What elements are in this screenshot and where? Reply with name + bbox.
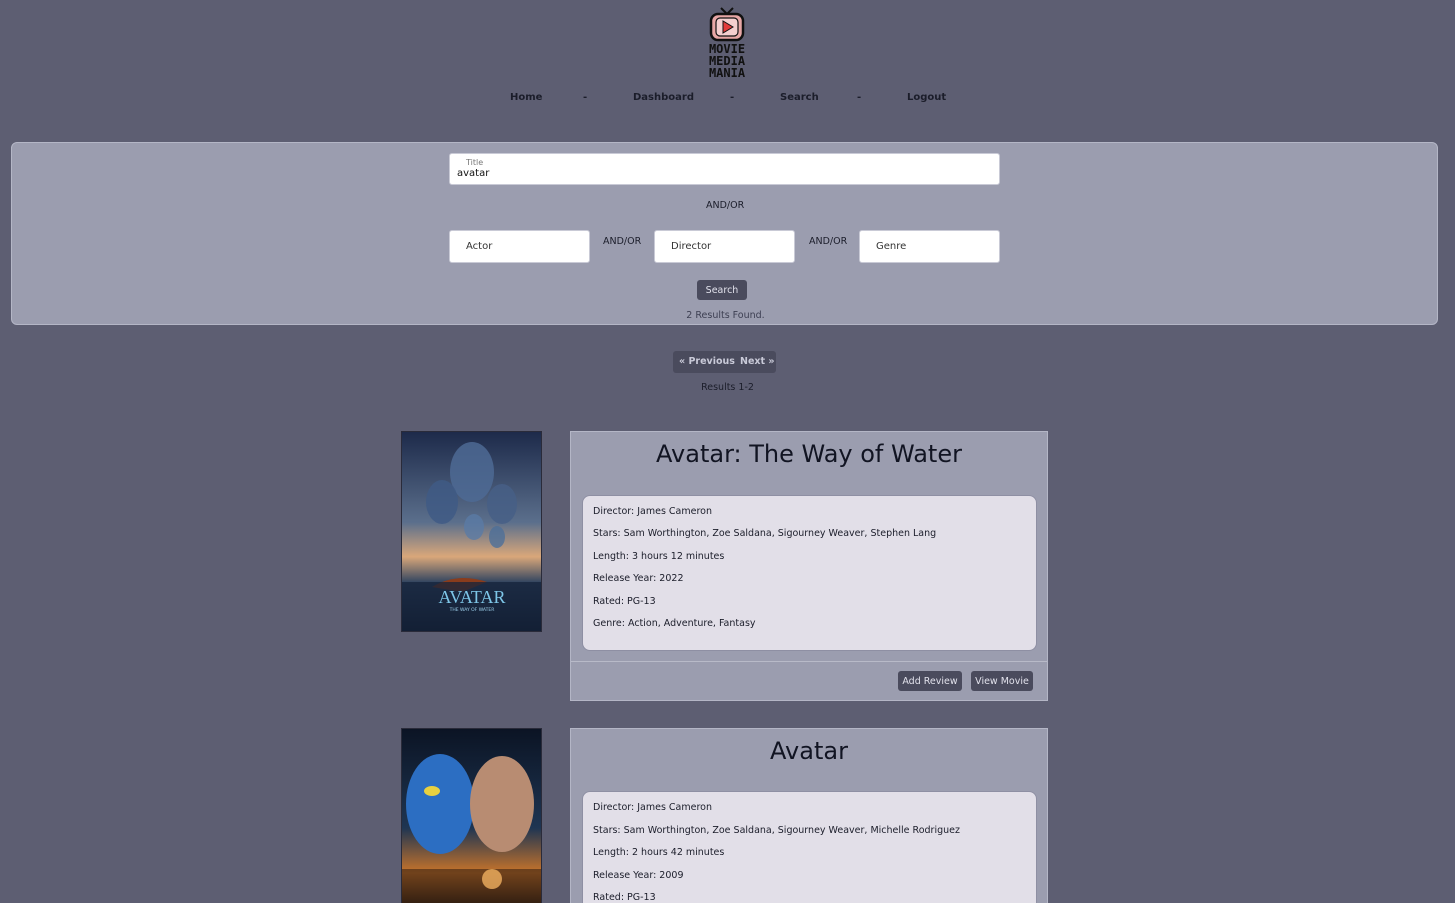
movie-title: Avatar: [770, 737, 848, 765]
movie-poster-avatar[interactable]: [401, 728, 542, 903]
add-review-button[interactable]: Add Review: [898, 671, 962, 691]
view-movie-button[interactable]: View Movie: [971, 671, 1033, 691]
nav-dashboard[interactable]: Dashboard: [633, 92, 694, 103]
andor-label: AND/OR: [706, 200, 745, 211]
movie-release-year: Release Year: 2009: [593, 870, 684, 881]
pagination: « Previous Next »: [673, 351, 776, 373]
movie-details: Director: James Cameron Stars: Sam Worth…: [582, 791, 1037, 903]
movie-director: Director: James Cameron: [593, 506, 712, 517]
main-nav: Home - Dashboard - Search - Logout: [0, 92, 1455, 106]
results-range: Results 1-2: [701, 382, 754, 393]
movie-genre: Genre: Action, Adventure, Fantasy: [593, 618, 756, 629]
movie-director: Director: James Cameron: [593, 802, 712, 813]
movie-rating: Rated: PG-13: [593, 596, 656, 607]
nav-search[interactable]: Search: [780, 92, 819, 103]
movie-length: Length: 2 hours 42 minutes: [593, 847, 725, 858]
nav-home[interactable]: Home: [510, 92, 542, 103]
actor-input[interactable]: Actor: [449, 230, 590, 263]
movie-rating: Rated: PG-13: [593, 892, 656, 903]
nav-logout[interactable]: Logout: [907, 92, 946, 103]
search-button[interactable]: Search: [697, 280, 747, 300]
director-input[interactable]: Director: [654, 230, 795, 263]
site-logo[interactable]: MOVIE MEDIA MANIA: [700, 6, 754, 82]
andor-label: AND/OR: [603, 236, 642, 247]
movie-stars: Stars: Sam Worthington, Zoe Saldana, Sig…: [593, 528, 937, 539]
actor-placeholder: Actor: [466, 241, 493, 252]
movie-card: Avatar: The Way of Water Director: James…: [570, 431, 1048, 701]
andor-label: AND/OR: [809, 236, 848, 247]
director-placeholder: Director: [671, 241, 712, 252]
nav-separator: -: [730, 92, 735, 103]
genre-input[interactable]: Genre: [859, 230, 1000, 263]
next-page-button[interactable]: Next »: [740, 356, 775, 367]
movie-card: Avatar Director: James Cameron Stars: Sa…: [570, 728, 1048, 903]
previous-page-button[interactable]: « Previous: [679, 356, 735, 367]
nav-separator: -: [857, 92, 862, 103]
poster-subtitle-text: THE WAY OF WATER: [449, 607, 495, 613]
genre-placeholder: Genre: [876, 241, 907, 252]
card-divider: [571, 661, 1047, 662]
title-input-label: Title: [466, 158, 484, 167]
movie-stars: Stars: Sam Worthington, Zoe Saldana, Sig…: [593, 825, 960, 836]
tv-play-icon: [707, 6, 747, 42]
movie-release-year: Release Year: 2022: [593, 573, 684, 584]
movie-details: Director: James Cameron Stars: Sam Worth…: [582, 495, 1037, 651]
title-input[interactable]: Title avatar: [449, 153, 1000, 185]
title-input-value: avatar: [457, 168, 490, 179]
poster-title-text: AVATAR: [439, 587, 506, 607]
movie-length: Length: 3 hours 12 minutes: [593, 551, 725, 562]
movie-title: Avatar: The Way of Water: [656, 440, 962, 468]
movie-poster-avatar-way-of-water[interactable]: AVATAR THE WAY OF WATER: [401, 431, 542, 632]
search-panel: Title avatar AND/OR Actor AND/OR Directo…: [11, 142, 1438, 325]
nav-separator: -: [583, 92, 588, 103]
results-count: 2 Results Found.: [686, 310, 765, 321]
logo-wordmark: MOVIE MEDIA MANIA: [708, 42, 746, 80]
